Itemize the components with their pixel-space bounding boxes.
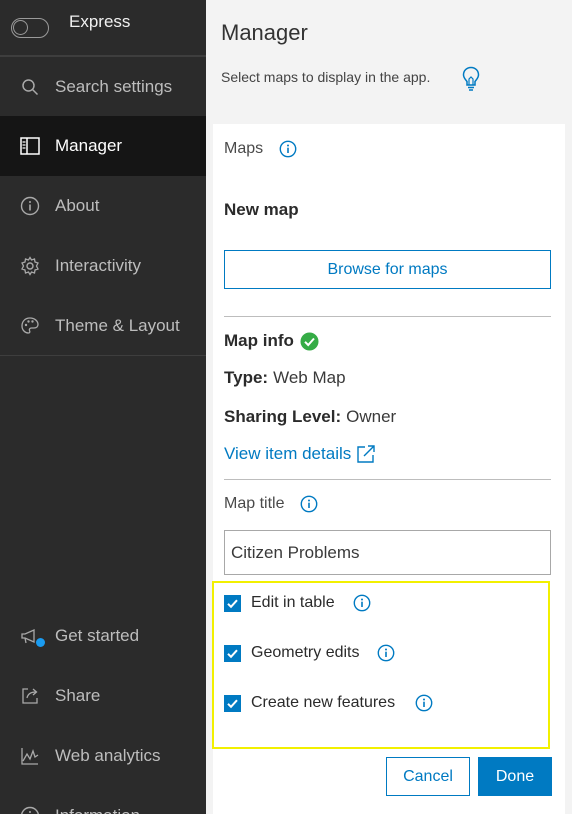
gear-icon — [19, 255, 41, 277]
checkbox-label: Create new features — [251, 694, 396, 711]
new-map-label: New map — [224, 200, 299, 219]
map-title-input[interactable]: Citizen Problems — [224, 530, 551, 575]
checkbox-checked-icon[interactable] — [224, 694, 241, 712]
type-row: Type: Web Map — [224, 368, 550, 388]
checkbox-checked-icon[interactable] — [224, 644, 241, 662]
panel-icon — [19, 135, 41, 157]
map-info-heading: Map info — [224, 331, 550, 351]
sidebar-item-label: Search settings — [55, 76, 173, 96]
sidebar-item-web-analytics[interactable]: Web analytics — [0, 726, 206, 786]
sidebar-item-share[interactable]: Share — [0, 666, 206, 726]
edit-in-table-checkbox[interactable]: Edit in table — [224, 594, 371, 612]
checkbox-checked-icon[interactable] — [224, 594, 241, 612]
sidebar-header: Express — [0, 0, 206, 56]
type-label: Type: — [224, 368, 269, 387]
share-icon — [19, 685, 41, 707]
check-circle-icon — [300, 332, 319, 351]
info-icon[interactable] — [377, 644, 395, 662]
express-toggle[interactable] — [11, 17, 49, 38]
sidebar-item-information[interactable]: Information — [0, 786, 206, 814]
view-item-details-link[interactable]: View item details — [224, 444, 550, 464]
sidebar-item-get-started[interactable]: Get started — [0, 606, 206, 666]
sharing-row: Sharing Level: Owner — [224, 407, 550, 427]
sidebar-item-label: About — [55, 196, 100, 215]
page-subtitle: Select maps to display in the app. — [221, 69, 431, 85]
browse-maps-button[interactable]: Browse for maps — [224, 250, 551, 289]
sidebar-item-label: Web analytics — [55, 746, 161, 765]
sidebar-item-label: Information — [55, 806, 140, 814]
info-icon — [19, 195, 41, 217]
divider — [224, 316, 551, 317]
palette-icon — [19, 315, 41, 337]
page-title: Manager — [221, 20, 308, 45]
sidebar-item-label: Theme & Layout — [55, 315, 180, 335]
sidebar-item-manager[interactable]: Manager — [0, 116, 206, 176]
sharing-label: Sharing Level: — [224, 407, 342, 426]
notification-dot — [36, 638, 45, 647]
create-new-features-checkbox[interactable]: Create new features — [224, 694, 433, 712]
map-title-heading: Map title — [224, 495, 550, 513]
sidebar: Express Search settings Manager About In… — [0, 0, 206, 814]
type-value: Web Map — [273, 368, 346, 387]
info-icon[interactable] — [415, 694, 433, 712]
sidebar-item-about[interactable]: About — [0, 176, 206, 236]
sharing-value: Owner — [346, 407, 397, 426]
map-info-label: Map info — [224, 331, 294, 350]
sidebar-item-label: Manager — [55, 136, 123, 155]
info-icon[interactable] — [353, 594, 371, 612]
view-details-label: View item details — [224, 444, 352, 463]
lightbulb-icon[interactable] — [462, 66, 480, 97]
analytics-icon — [19, 745, 41, 767]
sidebar-item-label: Interactivity — [55, 256, 141, 275]
external-link-icon — [356, 444, 376, 464]
sidebar-item-label: Share — [55, 686, 101, 705]
maps-label: Maps — [224, 140, 264, 157]
cancel-button[interactable]: Cancel — [386, 757, 470, 796]
sidebar-item-label: Get started — [55, 626, 140, 645]
info-icon — [19, 805, 41, 814]
checkbox-label: Geometry edits — [251, 644, 360, 661]
map-title-label: Map title — [224, 495, 285, 512]
sidebar-item-interactivity[interactable]: Interactivity — [0, 236, 206, 296]
megaphone-icon — [19, 625, 45, 647]
maps-heading: Maps — [224, 140, 550, 158]
sidebar-bottom: Get started Share Web analytics Informat… — [0, 606, 206, 814]
express-label: Express — [69, 11, 131, 31]
divider — [224, 479, 551, 480]
info-icon[interactable] — [279, 140, 297, 158]
info-icon[interactable] — [300, 495, 318, 513]
checkbox-label: Edit in table — [251, 594, 335, 611]
done-button[interactable]: Done — [478, 757, 552, 796]
sidebar-item-search-settings[interactable]: Search settings — [0, 56, 206, 116]
sidebar-item-theme-layout[interactable]: Theme & Layout — [0, 296, 206, 356]
geometry-edits-checkbox[interactable]: Geometry edits — [224, 644, 395, 662]
search-icon — [19, 76, 41, 98]
